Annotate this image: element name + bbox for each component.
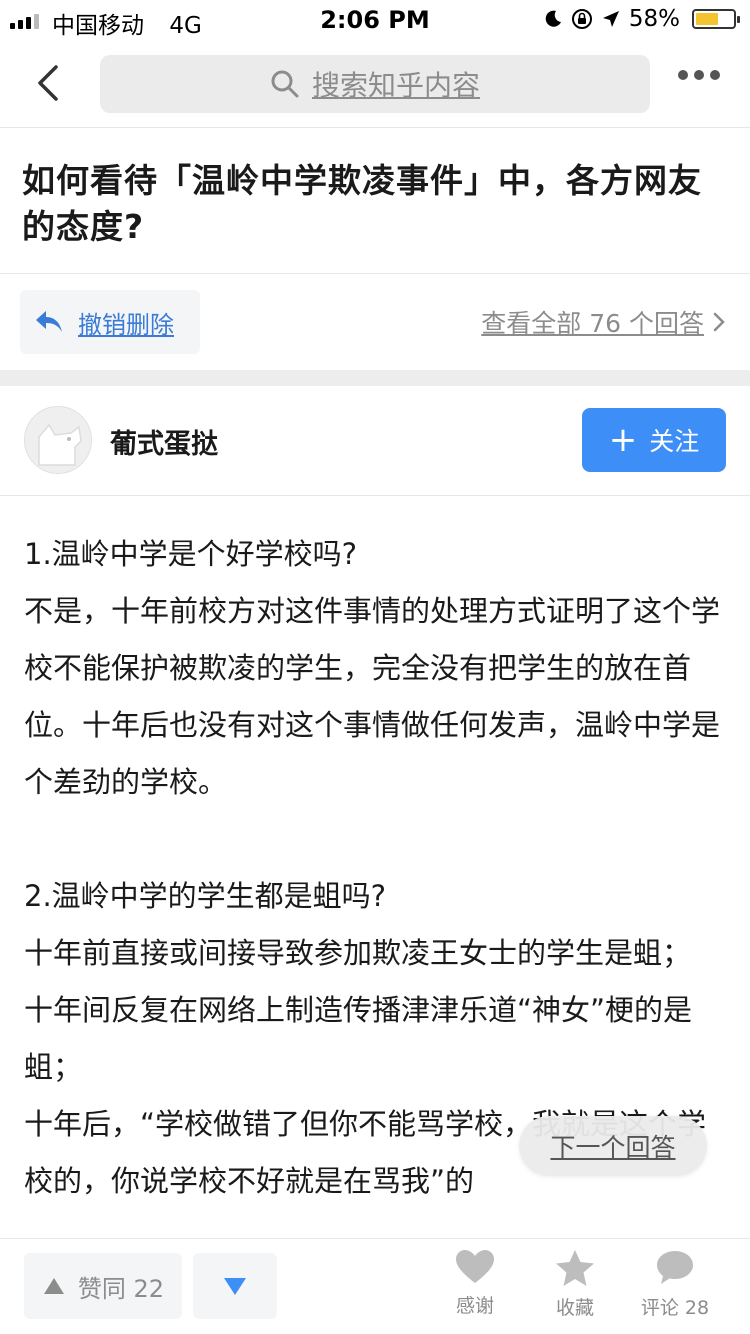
chevron-right-icon — [713, 312, 725, 332]
thanks-label: 感谢 — [455, 1295, 494, 1317]
more-icon-dot — [694, 70, 704, 80]
search-placeholder: 搜索知乎内容 — [311, 69, 480, 102]
follow-button[interactable]: + 关注 — [582, 408, 726, 472]
search-icon — [271, 70, 299, 98]
more-icon-dot — [710, 70, 720, 80]
answer-paragraph — [24, 811, 726, 868]
thanks-button[interactable]: 感谢 — [430, 1249, 520, 1318]
bottom-bar: 赞同 22 感谢 收藏 评论 28 — [0, 1238, 750, 1334]
more-icon — [678, 70, 688, 80]
answer-paragraph: 不是，十年前校方对这件事情的处理方式证明了这个学校不能保护被欺凌的学生，完全没有… — [24, 594, 721, 799]
question-title: 如何看待「温岭中学欺凌事件」中，各方网友的态度? — [22, 161, 702, 246]
top-nav: 搜索知乎内容 — [0, 40, 750, 128]
view-all-label: 查看全部 76 个回答 — [481, 309, 704, 338]
author-row: 葡式蛋挞 + 关注 — [0, 386, 750, 496]
avatar[interactable] — [24, 406, 92, 474]
battery-percent: 58% — [628, 6, 680, 32]
battery-icon — [692, 9, 740, 29]
question-header[interactable]: 如何看待「温岭中学欺凌事件」中，各方网友的态度? — [0, 128, 750, 274]
answer-actions: 撤销删除 查看全部 76 个回答 — [0, 274, 750, 370]
comment-button[interactable]: 评论 28 — [630, 1249, 720, 1320]
more-button[interactable] — [678, 70, 720, 80]
follow-label: 关注 — [649, 427, 700, 456]
status-right: 58% — [543, 6, 740, 32]
undo-delete-button[interactable]: 撤销删除 — [20, 290, 200, 354]
answer-paragraph: 1.温岭中学是个好学校吗? — [24, 537, 358, 571]
moon-icon — [545, 10, 561, 27]
author-name[interactable]: 葡式蛋挞 — [110, 422, 218, 461]
answer-paragraph: 十年前直接或间接导致参加欺凌王女士的学生是蛆； — [24, 936, 692, 970]
downvote-button[interactable] — [193, 1253, 277, 1319]
comment-label: 评论 28 — [640, 1297, 710, 1319]
section-divider — [0, 370, 750, 386]
upvote-button[interactable]: 赞同 22 — [24, 1253, 182, 1319]
back-button[interactable] — [22, 58, 72, 108]
triangle-down-icon — [224, 1278, 246, 1295]
reply-arrow-icon — [36, 311, 62, 332]
location-arrow-icon — [602, 11, 619, 27]
answer-paragraph: 2.温岭中学的学生都是蛆吗? — [24, 879, 387, 913]
default-avatar-icon — [25, 407, 91, 473]
next-answer-button[interactable]: 下一个回答 — [519, 1116, 707, 1176]
comment-bubble-icon — [657, 1251, 693, 1284]
next-answer-label: 下一个回答 — [550, 1133, 676, 1162]
star-icon — [556, 1250, 594, 1286]
collect-button[interactable]: 收藏 — [530, 1249, 620, 1320]
answer-paragraph: 十年间反复在网络上制造传播津津乐道“神女”梗的是蛆； — [24, 993, 693, 1084]
plus-icon: + — [608, 420, 638, 460]
search-bar[interactable]: 搜索知乎内容 — [100, 55, 650, 113]
heart-icon — [456, 1250, 494, 1283]
undo-delete-label: 撤销删除 — [78, 310, 174, 339]
view-all-answers-link[interactable]: 查看全部 76 个回答 — [481, 304, 726, 340]
rotation-lock-icon — [571, 9, 592, 29]
upvote-label: 赞同 22 — [77, 1274, 165, 1303]
triangle-up-icon — [43, 1278, 64, 1294]
status-bar: 中国移动 4G 2:06 PM 58% — [0, 0, 750, 40]
collect-label: 收藏 — [555, 1297, 594, 1319]
back-arrow-icon — [38, 65, 58, 101]
